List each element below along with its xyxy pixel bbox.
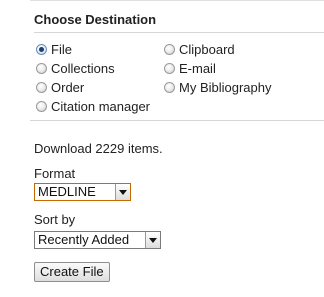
choose-destination-heading: Choose Destination <box>34 12 157 27</box>
destination-option-file[interactable]: File <box>36 41 72 58</box>
chevron-down-icon[interactable] <box>145 232 160 248</box>
destination-option-citation-manager[interactable]: Citation manager <box>36 98 150 115</box>
option-label-clipboard: Clipboard <box>179 42 235 57</box>
option-label-citation-manager: Citation manager <box>51 99 150 114</box>
option-label-order: Order <box>51 80 85 95</box>
heading-divider <box>34 32 324 33</box>
radio-order[interactable] <box>36 82 47 93</box>
format-label: Format <box>34 166 76 181</box>
radio-collections[interactable] <box>36 63 47 74</box>
option-label-file: File <box>51 42 72 57</box>
create-file-button[interactable]: Create File <box>34 262 110 282</box>
sort-by-select-value: Recently Added <box>38 232 130 247</box>
radio-clipboard[interactable] <box>164 44 175 55</box>
option-label-collections: Collections <box>51 61 115 76</box>
download-count-text: Download 2229 items. <box>34 141 163 156</box>
destination-option-collections[interactable]: Collections <box>36 60 115 77</box>
section-divider <box>30 120 324 121</box>
radio-email[interactable] <box>164 63 175 74</box>
sort-by-select[interactable]: Recently Added <box>34 231 161 249</box>
format-select[interactable]: MEDLINE <box>34 183 131 201</box>
radio-file[interactable] <box>36 44 47 55</box>
destination-option-clipboard[interactable]: Clipboard <box>164 41 235 58</box>
destination-option-email[interactable]: E-mail <box>164 60 216 77</box>
format-select-value: MEDLINE <box>38 184 96 199</box>
destination-option-order[interactable]: Order <box>36 79 84 96</box>
radio-my-bibliography[interactable] <box>164 82 175 93</box>
radio-citation-manager[interactable] <box>36 101 47 112</box>
chevron-down-icon[interactable] <box>115 184 130 200</box>
destination-option-my-bibliography[interactable]: My Bibliography <box>164 79 272 96</box>
option-label-email: E-mail <box>179 61 216 76</box>
top-divider <box>30 0 324 1</box>
sort-by-label: Sort by <box>34 212 76 227</box>
option-label-my-bibliography: My Bibliography <box>179 80 272 95</box>
